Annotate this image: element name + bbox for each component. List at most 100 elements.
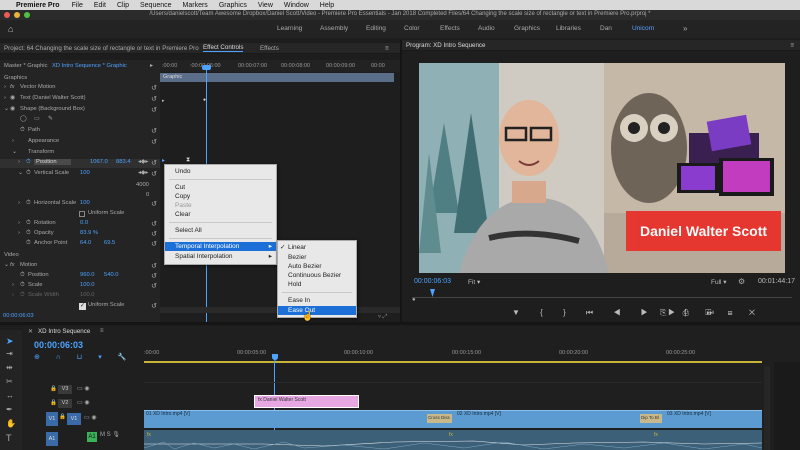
stopwatch-icon[interactable]: ⏱ xyxy=(20,292,25,299)
program-monitor-title[interactable]: Program: XD Intro Sequence xyxy=(406,42,485,49)
lock-icon[interactable]: 🔒 xyxy=(50,400,57,406)
fx-icon[interactable]: fx xyxy=(10,262,15,268)
track-select-tool-icon[interactable]: ⇥ xyxy=(6,349,13,358)
opacity-value[interactable]: 83.9 % xyxy=(80,230,98,236)
menu-edit[interactable]: Edit xyxy=(94,2,106,9)
submenu-ease-in[interactable]: Ease In xyxy=(288,296,310,305)
reset-icon[interactable]: ↺ xyxy=(151,95,157,103)
menu-paste[interactable]: Paste xyxy=(175,201,192,210)
razor-tool-icon[interactable]: ✂ xyxy=(6,377,13,386)
reset-icon[interactable]: ↺ xyxy=(151,230,157,238)
menu-clip[interactable]: Clip xyxy=(117,2,129,9)
track-v1-toggles[interactable]: ▭ ◉ xyxy=(84,414,97,421)
stopwatch-icon[interactable]: ⏱ xyxy=(20,127,25,134)
ripple-edit-tool-icon[interactable]: ⇹ xyxy=(6,363,13,372)
rotation-value[interactable]: 0.0 xyxy=(80,220,88,226)
track-v1-label[interactable]: V1 xyxy=(67,413,81,425)
settings-icon[interactable]: ⚙ xyxy=(738,277,745,286)
track-v3-toggles[interactable]: ▭ ◉ xyxy=(77,385,90,392)
ec-footer-icons[interactable]: ▿ ⤢ xyxy=(378,313,387,321)
master-clip-label[interactable]: Master * Graphic xyxy=(4,63,48,69)
uniform-scale-checkbox[interactable] xyxy=(79,211,85,217)
workspace-editing[interactable]: Editing xyxy=(366,25,386,32)
panel-menu-icon[interactable]: ≡ xyxy=(385,45,389,52)
submenu-continuous-bezier[interactable]: Continuous Bezier xyxy=(288,271,341,280)
source-v1-patch[interactable]: V1 xyxy=(46,412,58,426)
menu-select-all[interactable]: Select All xyxy=(175,226,202,235)
reset-icon[interactable]: ↺ xyxy=(151,282,157,290)
menu-copy[interactable]: Copy xyxy=(175,192,190,201)
stopwatch-icon[interactable]: ⏱ xyxy=(20,282,25,289)
clip3-label[interactable]: 03 XD Intro.mp4 [V] xyxy=(667,411,711,417)
stopwatch-icon[interactable]: ⏱ xyxy=(26,220,31,227)
reset-icon[interactable]: ↺ xyxy=(151,138,157,146)
sequence-clip-label[interactable]: XD Intro Sequence * Graphic xyxy=(52,63,127,69)
dip-to-black-transition[interactable]: Dip To Bl xyxy=(640,414,662,423)
stopwatch-icon[interactable]: ⏱ xyxy=(26,159,31,166)
position-keyframe[interactable]: ▸ xyxy=(162,157,165,164)
lock-icon[interactable]: 🔒 xyxy=(50,386,57,392)
stopwatch-icon[interactable]: ⏱ xyxy=(26,230,31,237)
pen-tool-icon[interactable]: ✎ xyxy=(48,116,53,122)
track-v3-label[interactable]: V3 xyxy=(58,385,72,394)
reset-icon[interactable]: ↺ xyxy=(151,200,157,208)
panel-menu-icon[interactable]: ≡ xyxy=(790,42,794,49)
workspace-color[interactable]: Color xyxy=(404,25,420,32)
submenu-hold[interactable]: Hold xyxy=(288,280,301,289)
anchor-y-value[interactable]: 69.5 xyxy=(104,240,115,246)
clip2-label[interactable]: 02 XD Intro.mp4 [V] xyxy=(457,411,501,417)
timeline-vertical-scrollbar[interactable] xyxy=(764,366,770,450)
graphic-clip[interactable]: fx Daniel Walter Scott xyxy=(254,395,359,408)
submenu-ease-out[interactable]: Ease Out xyxy=(278,306,356,315)
position-y-value[interactable]: 883.4 xyxy=(116,159,131,165)
reset-icon[interactable]: ↺ xyxy=(151,159,157,167)
scale-value[interactable]: 100.0 xyxy=(80,282,95,288)
stopwatch-icon[interactable]: ⏱ xyxy=(26,170,31,177)
reset-icon[interactable]: ↺ xyxy=(151,272,157,280)
workspace-libraries[interactable]: Libraries xyxy=(556,25,581,32)
submenu-bezier[interactable]: Bezier xyxy=(288,253,306,262)
workspace-assembly[interactable]: Assembly xyxy=(320,25,348,32)
stopwatch-icon[interactable]: ⏱ xyxy=(26,200,31,207)
hand-tool-icon[interactable]: ✋ xyxy=(6,419,16,428)
ec-playhead-handle[interactable] xyxy=(202,65,211,70)
menu-spatial-interpolation[interactable]: Spatial Interpolation ▸ xyxy=(165,252,276,261)
reset-icon[interactable]: ↺ xyxy=(151,220,157,228)
rectangle-tool-icon[interactable]: ▭ xyxy=(34,116,39,122)
clip1-label[interactable]: 01 XD Intro.mp4 [V] xyxy=(146,411,190,417)
uniform-scale-checkbox-checked[interactable]: ✓ xyxy=(79,303,86,310)
menu-graphics[interactable]: Graphics xyxy=(219,2,247,9)
selection-tool-icon[interactable]: ➤ xyxy=(6,336,14,347)
program-scrubber[interactable] xyxy=(412,290,792,298)
eye-icon[interactable]: ◉ xyxy=(10,106,15,112)
menu-sequence[interactable]: Sequence xyxy=(140,2,172,9)
more-workspaces-icon[interactable]: » xyxy=(683,24,687,33)
submenu-linear[interactable]: ✓ Linear xyxy=(280,243,306,252)
workspace-audio[interactable]: Audio xyxy=(478,25,495,32)
source-a1-patch[interactable]: A1 xyxy=(46,432,58,446)
cross-dissolve-transition[interactable]: Cross Diss xyxy=(427,414,452,423)
menu-undo[interactable]: Undo xyxy=(175,167,191,176)
scrubber-handle-icon[interactable]: ● xyxy=(412,297,416,303)
monitor-tool-icons[interactable]: ⎘ ⎙ ◫ ⊞ ✕ xyxy=(660,308,762,318)
reset-icon[interactable]: ↺ xyxy=(151,302,157,310)
workspace-unicorn[interactable]: Unicorn xyxy=(632,25,654,32)
fit-dropdown[interactable]: Fit ▾ xyxy=(468,278,480,286)
reset-icon[interactable]: ↺ xyxy=(151,262,157,270)
timeline-toolbar-icons[interactable]: ⊕ ∩ ⊔ ▾ 🔧 xyxy=(34,353,133,361)
workspace-learning[interactable]: Learning xyxy=(277,25,302,32)
lower-third-box[interactable]: Daniel Walter Scott xyxy=(626,211,781,251)
menu-cut[interactable]: Cut xyxy=(175,183,185,192)
panel-menu-icon[interactable]: ≡ xyxy=(100,328,104,334)
keyframe-nav-icon[interactable]: ◂◆▸ xyxy=(138,170,148,176)
keyframe-nav-icon[interactable]: ◂◆▸ xyxy=(138,159,148,165)
position-x-value[interactable]: 1067.0 xyxy=(90,159,108,165)
effects-tab[interactable]: Effects xyxy=(260,45,279,52)
menu-temporal-interpolation[interactable]: Temporal Interpolation ▸ xyxy=(165,242,276,251)
track-v2-label[interactable]: V2 xyxy=(58,399,72,408)
video-position-x[interactable]: 960.0 xyxy=(80,272,95,278)
keyframe-diamond[interactable]: ● xyxy=(203,97,206,103)
menu-markers[interactable]: Markers xyxy=(183,2,208,9)
workspace-dan[interactable]: Dan xyxy=(600,25,612,32)
fx-icon[interactable]: fx xyxy=(10,84,15,90)
